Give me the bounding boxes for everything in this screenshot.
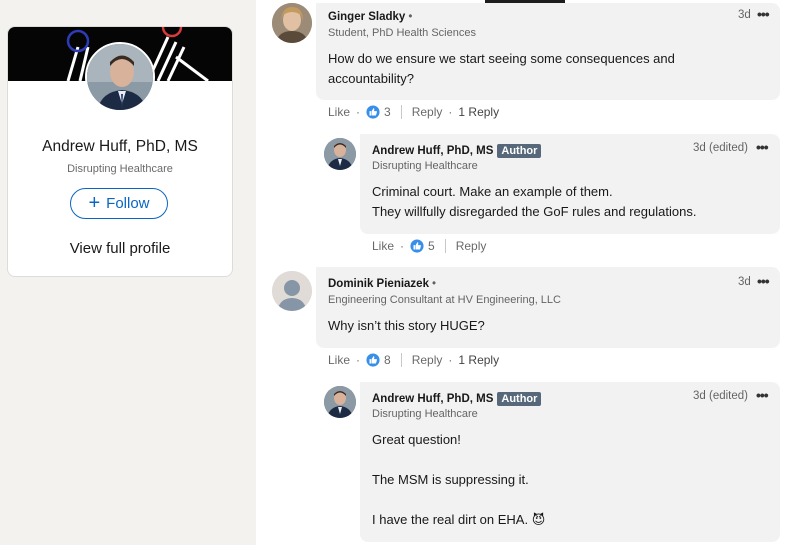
reply-actions: Like · 5 Reply [372,239,487,253]
profile-name[interactable]: Andrew Huff, PhD, MS [8,138,232,156]
comment-time: 3d [738,9,751,21]
avatar[interactable] [324,138,356,170]
thumbs-up-icon [366,353,380,367]
comment-actions: Like · 8 Reply · 1 Reply [328,353,500,367]
reaction-count[interactable]: 3 [366,105,391,119]
more-options-icon[interactable]: ••• [756,387,769,403]
more-options-icon[interactable]: ••• [757,6,770,22]
more-options-icon[interactable]: ••• [756,139,769,155]
profile-card: Andrew Huff, PhD, MS Disrupting Healthca… [7,26,233,277]
like-button[interactable]: Like [328,353,350,367]
author-badge: Author [497,144,542,158]
reaction-count[interactable]: 8 [366,353,391,367]
thumbs-up-icon [366,105,380,119]
comment-time: 3d (edited) [693,390,748,402]
comment-text: How do we ensure we start seeing some co… [328,51,675,86]
avatar[interactable] [272,271,312,311]
reply-button[interactable]: Reply [456,239,487,253]
comment-bubble: Ginger Sladky • Student, PhD Health Scien… [316,3,780,100]
comment-text: Why isn’t this story HUGE? [328,318,485,333]
avatar[interactable] [324,386,356,418]
comment-time: 3d (edited) [693,142,748,154]
thumbs-up-icon [410,239,424,253]
commenter-headline: Disrupting Healthcare [372,408,478,420]
avatar[interactable] [272,3,312,43]
replies-count-link[interactable]: 1 Reply [458,353,499,367]
comment-text: Great question! The MSM is suppressing i… [372,432,546,527]
reply-bubble: Andrew Huff, PhD, MS Author Disrupting He… [360,382,780,542]
plus-icon: + [88,191,101,214]
profile-avatar[interactable] [85,42,155,112]
reply-bubble: Andrew Huff, PhD, MS Author Disrupting He… [360,134,780,234]
replies-count-link[interactable]: 1 Reply [458,105,499,119]
commenter-headline: Student, PhD Health Sciences [328,27,476,39]
comment-actions: Like · 3 Reply · 1 Reply [328,105,500,119]
commenter-name[interactable]: Ginger Sladky • [328,11,412,23]
commenter-headline: Engineering Consultant at HV Engineering… [328,294,561,306]
reply-button[interactable]: Reply [412,105,443,119]
comments-panel: Ginger Sladky • Student, PhD Health Scien… [256,0,787,545]
reaction-count[interactable]: 5 [410,239,435,253]
comment-text: Criminal court. Make an example of them.… [372,184,697,219]
commenter-name[interactable]: Dominik Pieniazek • [328,278,436,290]
comment-bubble: Dominik Pieniazek • Engineering Consultan… [316,267,780,348]
commenter-name[interactable]: Andrew Huff, PhD, MS Author [372,392,542,406]
commenter-headline: Disrupting Healthcare [372,160,478,172]
reply-button[interactable]: Reply [412,353,443,367]
like-button[interactable]: Like [328,105,350,119]
commenter-name[interactable]: Andrew Huff, PhD, MS Author [372,144,542,158]
follow-button[interactable]: + Follow [70,188,168,219]
like-button[interactable]: Like [372,239,394,253]
more-options-icon[interactable]: ••• [757,273,770,289]
comment-time: 3d [738,276,751,288]
author-badge: Author [497,392,542,406]
profile-headline: Disrupting Healthcare [67,163,173,175]
view-full-profile-link[interactable]: View full profile [8,240,232,257]
follow-label: Follow [106,195,150,212]
